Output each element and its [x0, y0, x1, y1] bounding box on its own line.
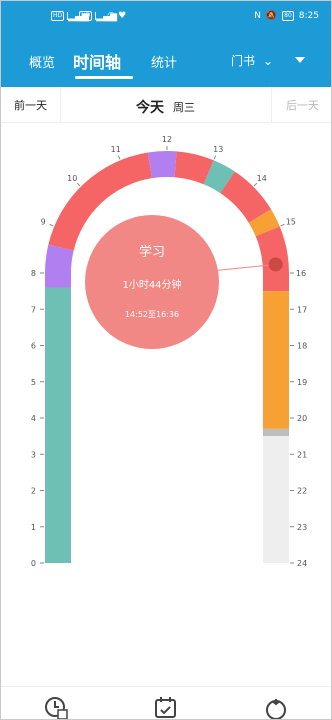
hour-label-7: 7: [31, 305, 36, 314]
hd-badge: HD: [51, 11, 65, 21]
app-window: HD ▂▄▆ HD ▂▄▆ ◠ ♥ N 🔕 80 8:25 概览 时间轴 统计 …: [0, 0, 332, 720]
tab-timeline[interactable]: 时间轴: [73, 49, 133, 79]
hour-label-2: 2: [31, 487, 36, 496]
day-title: 今天: [136, 100, 164, 116]
status-bar: HD ▂▄▆ HD ▂▄▆ ◠ ♥ N 🔕 80 8:25: [1, 1, 331, 35]
hour-label-23: 23: [297, 523, 307, 532]
tab-timeline-label: 时间轴: [73, 53, 122, 72]
calendar-icon[interactable]: [153, 695, 179, 720]
active-tab-indicator: [75, 76, 133, 79]
tomato-icon[interactable]: [263, 695, 289, 720]
hd-badge-2: HD: [79, 11, 93, 21]
wifi-icon: ◠: [107, 11, 116, 21]
nfc-icon: N: [254, 11, 261, 21]
hour-label-12: 12: [162, 135, 172, 144]
hour-label-3: 3: [31, 450, 36, 459]
menu-down-icon[interactable]: [295, 57, 305, 63]
detail-title: 学习: [139, 244, 165, 260]
tab-overview[interactable]: 概览: [29, 52, 55, 71]
signal-icon: ▂▄▆: [67, 12, 89, 22]
hour-label-21: 21: [297, 450, 307, 459]
timeline-segment-8-1[interactable]: [263, 273, 289, 292]
timeline-segment-1-0[interactable]: [45, 273, 71, 288]
next-day-button[interactable]: 后一天: [271, 87, 331, 123]
current-marker-dot[interactable]: [268, 257, 283, 272]
hour-label-8: 8: [31, 269, 36, 278]
hour-label-1: 1: [31, 523, 36, 532]
hour-label-24: 24: [297, 559, 307, 568]
timeline-segment-0[interactable]: [45, 287, 71, 564]
detail-duration: 1小时44分钟: [122, 278, 181, 291]
hour-label-5: 5: [31, 378, 36, 387]
hour-label-17: 17: [297, 305, 307, 314]
day-navigation: 前一天 今天 周三 后一天: [1, 87, 331, 123]
hour-label-0: 0: [31, 559, 36, 568]
hour-label-9: 9: [41, 218, 46, 227]
prev-day-button[interactable]: 前一天: [1, 87, 61, 123]
bottom-navigation: [1, 686, 331, 720]
hour-tick-9: [49, 223, 54, 227]
hour-label-16: 16: [296, 269, 306, 278]
tab-statistics[interactable]: 统计: [151, 52, 177, 71]
signal-icon-2: ▂▄▆: [95, 12, 118, 22]
timeline-segments: [45, 151, 289, 563]
timeline-segment-3[interactable]: [147, 151, 177, 179]
hour-tick-14: [253, 182, 258, 187]
hour-label-19: 19: [297, 378, 307, 387]
hour-label-15: 15: [286, 218, 296, 227]
clock-icon[interactable]: [43, 695, 69, 720]
timeline-segment-11[interactable]: [263, 436, 289, 563]
hour-label-10: 10: [67, 174, 77, 183]
hour-label-6: 6: [31, 342, 36, 351]
category-label: 门书: [231, 54, 256, 68]
hour-label-13: 13: [213, 145, 223, 154]
hour-tick-11: [117, 155, 121, 160]
timeline-segment-10[interactable]: [263, 428, 289, 437]
status-right: N 🔕 80 8:25: [254, 11, 319, 21]
timeline-chart: 0123456781718192021222324910111213141516…: [31, 135, 307, 568]
hour-label-4: 4: [31, 414, 36, 423]
detail-time-range: 14:52至16:36: [125, 310, 179, 319]
weekday-label: 周三: [173, 101, 195, 114]
hour-label-18: 18: [297, 342, 307, 351]
hour-label-11: 11: [111, 145, 121, 154]
category-dropdown[interactable]: 门书 ⌄: [231, 52, 273, 69]
status-time: 8:25: [298, 11, 319, 21]
timeline-segment-9[interactable]: [263, 291, 289, 429]
hour-tick-15: [280, 223, 285, 227]
status-left: HD ▂▄▆ HD ▂▄▆ ◠ ♥: [51, 11, 127, 22]
hour-label-22: 22: [297, 487, 307, 496]
hour-tick-10: [76, 182, 81, 187]
mute-icon: 🔕: [265, 11, 278, 21]
hour-label-20: 20: [297, 414, 307, 423]
chevron-down-icon: ⌄: [263, 53, 274, 68]
heart-icon: ♥: [118, 11, 127, 21]
hour-label-14: 14: [257, 174, 267, 183]
hour-tick-13: [213, 155, 217, 160]
app-bar: 概览 时间轴 统计 门书 ⌄: [1, 35, 331, 87]
battery-icon: 80: [282, 11, 294, 21]
